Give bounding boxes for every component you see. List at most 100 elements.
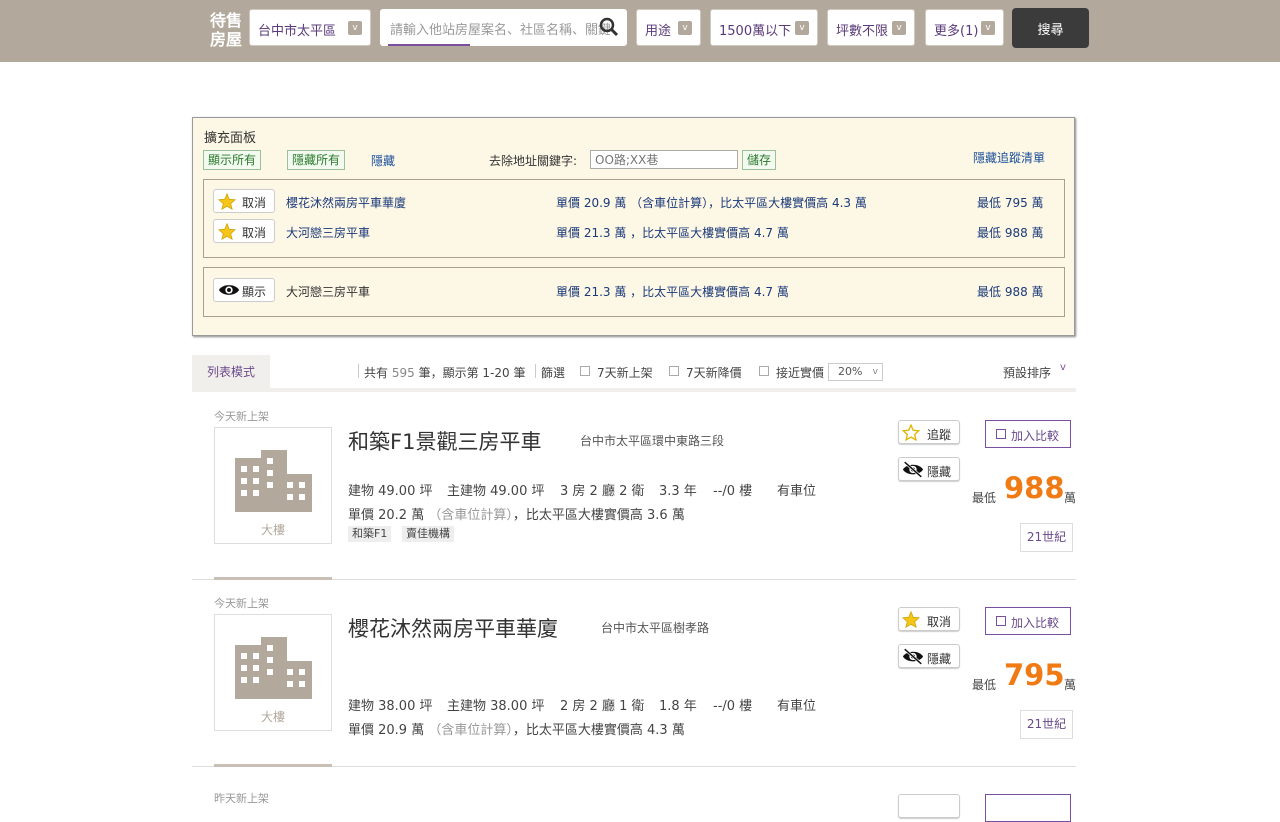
listing-item: 昨天新上架	[192, 768, 1076, 822]
floor: --/0 樓	[713, 484, 753, 499]
chevron-down-icon[interactable]: v	[1060, 362, 1066, 373]
listing-chip[interactable]: 賣佳機構	[402, 526, 454, 542]
price-unit: 萬	[1064, 678, 1077, 692]
listing-price: 988	[1004, 471, 1065, 505]
hide-button[interactable]: 隱藏	[898, 644, 960, 668]
hidden-low-price: 最低 988 萬	[977, 285, 1044, 299]
listing-thumbnail[interactable]: 大樓	[214, 427, 332, 544]
agency-badge[interactable]: 21世紀	[1020, 523, 1073, 552]
drop7-checkbox[interactable]	[669, 366, 679, 376]
tracked-name-link[interactable]: 大河戀三房平車	[286, 224, 370, 241]
show-label: 顯示	[242, 285, 267, 299]
star-icon	[902, 611, 920, 628]
listing-title[interactable]: 和築F1景觀三房平車	[348, 426, 541, 456]
listing-thumbnail[interactable]: 大樓	[214, 614, 332, 731]
untrack-label: 取消	[927, 615, 952, 629]
near-price-checkbox[interactable]	[759, 366, 769, 376]
keyword-label: 去除地址關鍵字:	[489, 154, 578, 168]
tracked-row: 取消 大河戀三房平車 單價 21.3 萬 ，比太平區大樓實價高 4.7 萬 最低…	[204, 219, 1064, 245]
tracked-price: 單價 21.3 萬 ，比太平區大樓實價高 4.7 萬	[556, 226, 789, 240]
list-toolbar: 列表模式 共有 595 筆，顯示第 1-20 筆 篩選 7天新上架 7天新降價 …	[192, 355, 1076, 392]
district-select-label: 台中市太平區	[258, 24, 337, 39]
expansion-panel: 擴充面板 顯示所有 隱藏所有 隱藏 去除地址關鍵字: 儲存 隱藏追蹤清單 取消 …	[192, 117, 1075, 336]
untrack-label: 取消	[242, 196, 267, 210]
add-compare-button[interactable]: 加入比較	[985, 607, 1071, 635]
unit-price: 單價 20.9 萬 （含車位計算），比太平區大樓實價高 4.3 萬	[348, 719, 685, 738]
building-icon	[235, 450, 312, 512]
building-age: 3.3 年	[659, 484, 697, 499]
hide-link[interactable]: 隱藏	[371, 152, 395, 169]
unit-price-note: （含車位計算）	[428, 508, 513, 523]
new7-label: 7天新上架	[597, 366, 653, 380]
compare-label: 加入比較	[1011, 616, 1060, 630]
range-suffix: 筆	[513, 366, 526, 380]
main-building-area: 主建物 49.00 坪	[447, 484, 545, 499]
listing-address: 台中市太平區環中東路三段	[580, 434, 725, 448]
tracked-low-price: 最低 988 萬	[977, 226, 1044, 240]
keyword-input[interactable]	[590, 150, 738, 169]
brand-title: 待售房屋	[209, 11, 242, 49]
tracked-list: 取消 櫻花沐然兩房平車華廈 單價 20.9 萬 （含車位計算），比太平區大樓實價…	[203, 179, 1065, 258]
area-select[interactable]: 坪數不限 v	[827, 9, 915, 46]
tracked-name-link[interactable]: 櫻花沐然兩房平車華廈	[286, 194, 406, 211]
save-button[interactable]: 儲存	[742, 150, 777, 170]
area-select-label: 坪數不限	[836, 24, 889, 39]
chevron-down-icon: v	[981, 21, 995, 35]
main-building-area: 主建物 38.00 坪	[447, 699, 545, 714]
new7-checkbox[interactable]	[580, 366, 590, 376]
listing-chip[interactable]: 和築F1	[348, 526, 392, 542]
room-layout: 3 房 2 廳 2 衛	[560, 484, 645, 499]
sort-select[interactable]: 預設排序	[1003, 364, 1051, 381]
district-select[interactable]: 台中市太平區 v	[249, 9, 371, 46]
filter-label: 篩選	[541, 366, 566, 380]
percent-select[interactable]: 20% v	[828, 363, 883, 381]
listing-price: 795	[1004, 658, 1065, 692]
add-compare-button[interactable]: 加入比較	[985, 420, 1071, 448]
more-select[interactable]: 更多(1) v	[925, 9, 1004, 46]
chevron-down-icon: v	[348, 21, 362, 35]
hide-all-button[interactable]: 隱藏所有	[287, 150, 346, 170]
divider	[535, 364, 536, 378]
hidden-row: 顯示 大河戀三房平車 單價 21.3 萬 ，比太平區大樓實價高 4.7 萬 最低…	[204, 278, 1064, 304]
search-button[interactable]: 搜尋	[1012, 8, 1089, 48]
track-label: 追蹤	[927, 428, 952, 442]
hidden-price: 單價 21.3 萬 ，比太平區大樓實價高 4.7 萬	[556, 285, 789, 299]
agency-badge[interactable]: 21世紀	[1020, 710, 1073, 739]
hidden-name[interactable]: 大河戀三房平車	[286, 283, 370, 300]
untrack-label: 取消	[242, 226, 267, 240]
tab-list-mode[interactable]: 列表模式	[192, 355, 270, 388]
floor: --/0 樓	[713, 699, 753, 714]
usage-select-label: 用途	[645, 24, 672, 39]
chevron-down-icon: v	[678, 21, 692, 35]
track-button[interactable]	[898, 794, 960, 818]
untrack-button[interactable]: 取消	[898, 607, 960, 631]
near-price-label: 接近實價	[776, 366, 825, 380]
hide-button[interactable]: 隱藏	[898, 457, 960, 481]
untrack-button[interactable]: 取消	[213, 219, 275, 243]
track-button[interactable]: 追蹤	[898, 420, 960, 444]
top-search-bar: 待售房屋 台中市太平區 v 請輸入他站房屋案名、社區名稱、關鍵字 用途 v 15…	[0, 0, 1280, 62]
hide-tracking-link[interactable]: 隱藏追蹤清單	[973, 149, 1045, 166]
show-all-button[interactable]: 顯示所有	[203, 150, 262, 170]
search-input[interactable]: 請輸入他站房屋案名、社區名稱、關鍵字	[380, 9, 627, 46]
search-icon[interactable]	[599, 17, 619, 37]
low-label: 最低	[972, 491, 997, 505]
search-focus-underline	[388, 44, 470, 46]
show-button[interactable]: 顯示	[213, 278, 275, 302]
chevron-down-icon: v	[795, 21, 809, 35]
search-placeholder: 請輸入他站房屋案名、社區名稱、關鍵字	[390, 23, 610, 38]
usage-select[interactable]: 用途 v	[636, 9, 701, 46]
unit-price-compare: ，比太平區大樓實價高 4.3 萬	[512, 723, 685, 738]
total-prefix: 共有	[364, 366, 389, 380]
untrack-button[interactable]: 取消	[213, 189, 275, 213]
price-select[interactable]: 1500萬以下 v	[710, 9, 818, 46]
building-area: 建物 49.00 坪	[348, 484, 433, 499]
low-label: 最低	[972, 678, 997, 692]
compare-checkbox	[996, 616, 1006, 626]
add-compare-button[interactable]	[985, 794, 1071, 822]
total-suffix: 筆，顯示第	[418, 366, 479, 380]
listing-title[interactable]: 櫻花沐然兩房平車華廈	[348, 613, 558, 643]
new-listing-tag: 今天新上架	[214, 597, 269, 610]
result-count: 共有 595 筆，顯示第 1-20 筆	[364, 364, 526, 381]
tracked-low-price: 最低 795 萬	[977, 196, 1044, 210]
